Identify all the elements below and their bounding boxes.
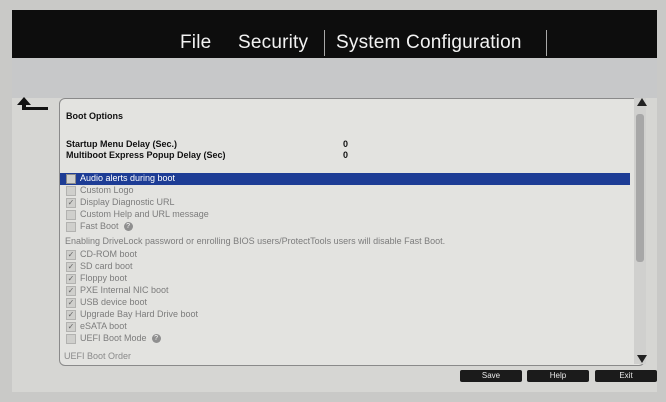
- option-usb-device-boot[interactable]: ✓ USB device boot: [60, 297, 630, 309]
- option-audio-alerts[interactable]: Audio alerts during boot: [60, 173, 630, 185]
- option-label: Upgrade Bay Hard Drive boot: [80, 309, 199, 319]
- checkbox[interactable]: [66, 210, 76, 220]
- checkbox[interactable]: ✓: [66, 198, 76, 208]
- option-label: UEFI Boot Mode: [80, 333, 147, 343]
- save-button[interactable]: Save: [460, 370, 522, 382]
- checkbox[interactable]: [66, 222, 76, 232]
- back-arrow-icon[interactable]: [14, 94, 50, 120]
- option-label: PXE Internal NIC boot: [80, 285, 169, 295]
- option-label: Audio alerts during boot: [80, 173, 176, 183]
- multiboot-delay-value[interactable]: 0: [343, 150, 348, 160]
- option-custom-logo[interactable]: Custom Logo: [60, 185, 630, 197]
- scrollbar-thumb[interactable]: [636, 114, 644, 262]
- drivelock-note: Enabling DriveLock password or enrolling…: [65, 236, 446, 246]
- help-icon[interactable]: ?: [123, 222, 133, 232]
- help-icon[interactable]: ?: [151, 334, 161, 344]
- checkbox[interactable]: ✓: [66, 298, 76, 308]
- option-label: Fast Boot: [80, 221, 119, 231]
- checkbox[interactable]: ✓: [66, 322, 76, 332]
- help-button[interactable]: Help: [527, 370, 589, 382]
- checkbox[interactable]: ✓: [66, 310, 76, 320]
- option-label: Display Diagnostic URL: [80, 197, 175, 207]
- checkbox[interactable]: ✓: [66, 286, 76, 296]
- checkbox[interactable]: ✓: [66, 262, 76, 272]
- option-custom-help-url[interactable]: Custom Help and URL message: [60, 209, 630, 221]
- option-label: Custom Help and URL message: [80, 209, 209, 219]
- option-pxe-nic-boot[interactable]: ✓ PXE Internal NIC boot: [60, 285, 630, 297]
- option-label: Floppy boot: [80, 273, 128, 283]
- option-label-wrap: UEFI Boot Mode?: [80, 333, 161, 344]
- uefi-boot-order-label[interactable]: UEFI Boot Order: [64, 351, 131, 361]
- boot-options-panel: Boot Options Startup Menu Delay (Sec.) 0…: [59, 98, 645, 366]
- option-fast-boot[interactable]: Fast Boot?: [60, 221, 630, 233]
- top-menu-bar: File Security System Configuration: [12, 10, 657, 58]
- section-title: Boot Options: [66, 111, 123, 121]
- option-upgrade-bay-boot[interactable]: ✓ Upgrade Bay Hard Drive boot: [60, 309, 630, 321]
- option-uefi-boot-mode[interactable]: UEFI Boot Mode?: [60, 333, 630, 345]
- checkbox[interactable]: [66, 186, 76, 196]
- option-display-diagnostic-url[interactable]: ✓ Display Diagnostic URL: [60, 197, 630, 209]
- option-sd-card-boot[interactable]: ✓ SD card boot: [60, 261, 630, 273]
- startup-menu-delay-value[interactable]: 0: [343, 139, 348, 149]
- exit-button[interactable]: Exit: [595, 370, 657, 382]
- checkbox[interactable]: [66, 334, 76, 344]
- option-label-wrap: Fast Boot?: [80, 221, 133, 232]
- menu-system-configuration[interactable]: System Configuration: [336, 32, 522, 54]
- menu-security[interactable]: Security: [238, 32, 308, 54]
- option-label: SD card boot: [80, 261, 133, 271]
- checkbox[interactable]: ✓: [66, 250, 76, 260]
- option-cdrom-boot[interactable]: ✓ CD-ROM boot: [60, 249, 630, 261]
- menu-file[interactable]: File: [180, 32, 211, 54]
- multiboot-delay-label: Multiboot Express Popup Delay (Sec): [66, 150, 226, 160]
- option-label: Custom Logo: [80, 185, 134, 195]
- menu-separator: [546, 30, 547, 56]
- startup-menu-delay-label: Startup Menu Delay (Sec.): [66, 139, 178, 149]
- option-label: CD-ROM boot: [80, 249, 138, 259]
- scroll-down-arrow-icon[interactable]: [637, 355, 647, 363]
- option-label: eSATA boot: [80, 321, 127, 331]
- checkbox[interactable]: [66, 174, 76, 184]
- menu-separator: [324, 30, 325, 56]
- checkbox[interactable]: ✓: [66, 274, 76, 284]
- bios-screen: File Security System Configuration Boot …: [12, 10, 657, 392]
- option-floppy-boot[interactable]: ✓ Floppy boot: [60, 273, 630, 285]
- sub-bar: [12, 58, 657, 98]
- option-esata-boot[interactable]: ✓ eSATA boot: [60, 321, 630, 333]
- option-label: USB device boot: [80, 297, 148, 307]
- scroll-up-arrow-icon[interactable]: [637, 98, 647, 106]
